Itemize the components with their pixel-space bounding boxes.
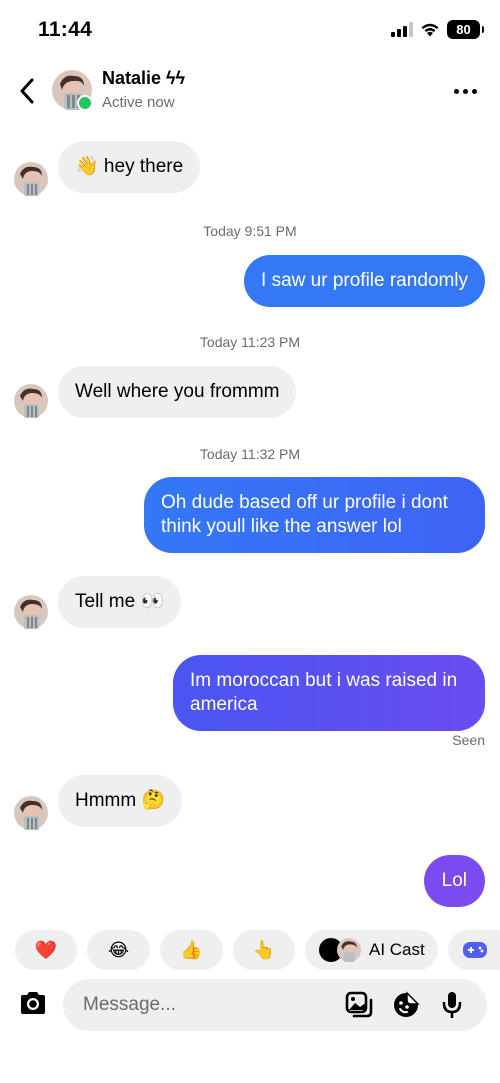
ai-cast-avatars	[319, 938, 361, 962]
voice-message-button[interactable]	[437, 990, 467, 1020]
battery-icon: 80	[447, 20, 484, 39]
message-bubble-incoming[interactable]: 👋 hey there	[58, 141, 201, 193]
game-icon	[463, 942, 487, 958]
message-avatar[interactable]	[14, 162, 48, 196]
sticker-button[interactable]	[391, 990, 421, 1020]
sticker-icon	[394, 991, 420, 1017]
more-icon-dot	[471, 88, 477, 94]
gallery-icon	[345, 991, 373, 1018]
cellular-signal-icon	[391, 22, 413, 37]
status-time: 11:44	[38, 18, 93, 41]
more-options-button[interactable]	[450, 78, 480, 104]
message-bubble-outgoing[interactable]: Lol	[423, 855, 485, 907]
quick-reaction-thumbs-up[interactable]: 👍	[160, 930, 223, 970]
ai-cast-button[interactable]: AI Cast	[305, 930, 438, 970]
contact-name[interactable]: Natalie ϟϟ	[102, 68, 185, 89]
message-bubble-outgoing[interactable]: Oh dude based off ur profile i dont thin…	[144, 477, 485, 553]
online-indicator	[77, 95, 93, 111]
gallery-button[interactable]	[344, 990, 374, 1020]
more-icon	[453, 88, 459, 94]
contact-status: Active now	[102, 94, 175, 111]
status-bar: 11:44 80	[0, 0, 500, 60]
message-bubble-incoming[interactable]: Tell me 👀	[58, 576, 182, 628]
message-bubble-incoming[interactable]: Hmmm 🤔	[58, 775, 183, 827]
back-button[interactable]	[12, 76, 42, 106]
ai-cast-label: AI Cast	[369, 940, 425, 959]
message-avatar[interactable]	[14, 595, 48, 629]
wifi-icon	[421, 23, 439, 37]
quick-reaction-heart[interactable]: ❤️	[15, 930, 77, 970]
ai-cast-avatar	[337, 938, 361, 962]
message-bubble-outgoing[interactable]: I saw ur profile randomly	[244, 255, 485, 307]
microphone-icon	[442, 992, 462, 1018]
more-icon-dot	[462, 88, 468, 94]
back-arrow-icon	[20, 78, 34, 104]
message-timestamp: Today 11:23 PM	[199, 334, 301, 350]
camera-button[interactable]	[15, 985, 51, 1021]
message-composer	[63, 979, 487, 1031]
message-timestamp: Today 9:51 PM	[203, 223, 297, 239]
message-avatar[interactable]	[14, 384, 48, 418]
camera-icon	[21, 992, 45, 1014]
seen-indicator: Seen	[452, 732, 485, 748]
games-button[interactable]	[448, 930, 500, 970]
message-bubble-outgoing[interactable]: Im moroccan but i was raised in america	[173, 655, 485, 731]
message-timestamp: Today 11:32 PM	[199, 446, 301, 462]
message-bubble-incoming[interactable]: Well where you frommm	[58, 366, 297, 418]
status-icons: 80	[391, 20, 484, 39]
message-input[interactable]	[83, 991, 323, 1019]
message-avatar[interactable]	[14, 796, 48, 830]
quick-reaction-laugh[interactable]: 😂	[87, 930, 150, 970]
chat-header: Natalie ϟϟ Active now	[0, 62, 500, 122]
quick-reactions-bar: ❤️ 😂 👍 👆 AI Cast	[15, 930, 500, 970]
quick-reaction-point-up[interactable]: 👆	[233, 930, 295, 970]
